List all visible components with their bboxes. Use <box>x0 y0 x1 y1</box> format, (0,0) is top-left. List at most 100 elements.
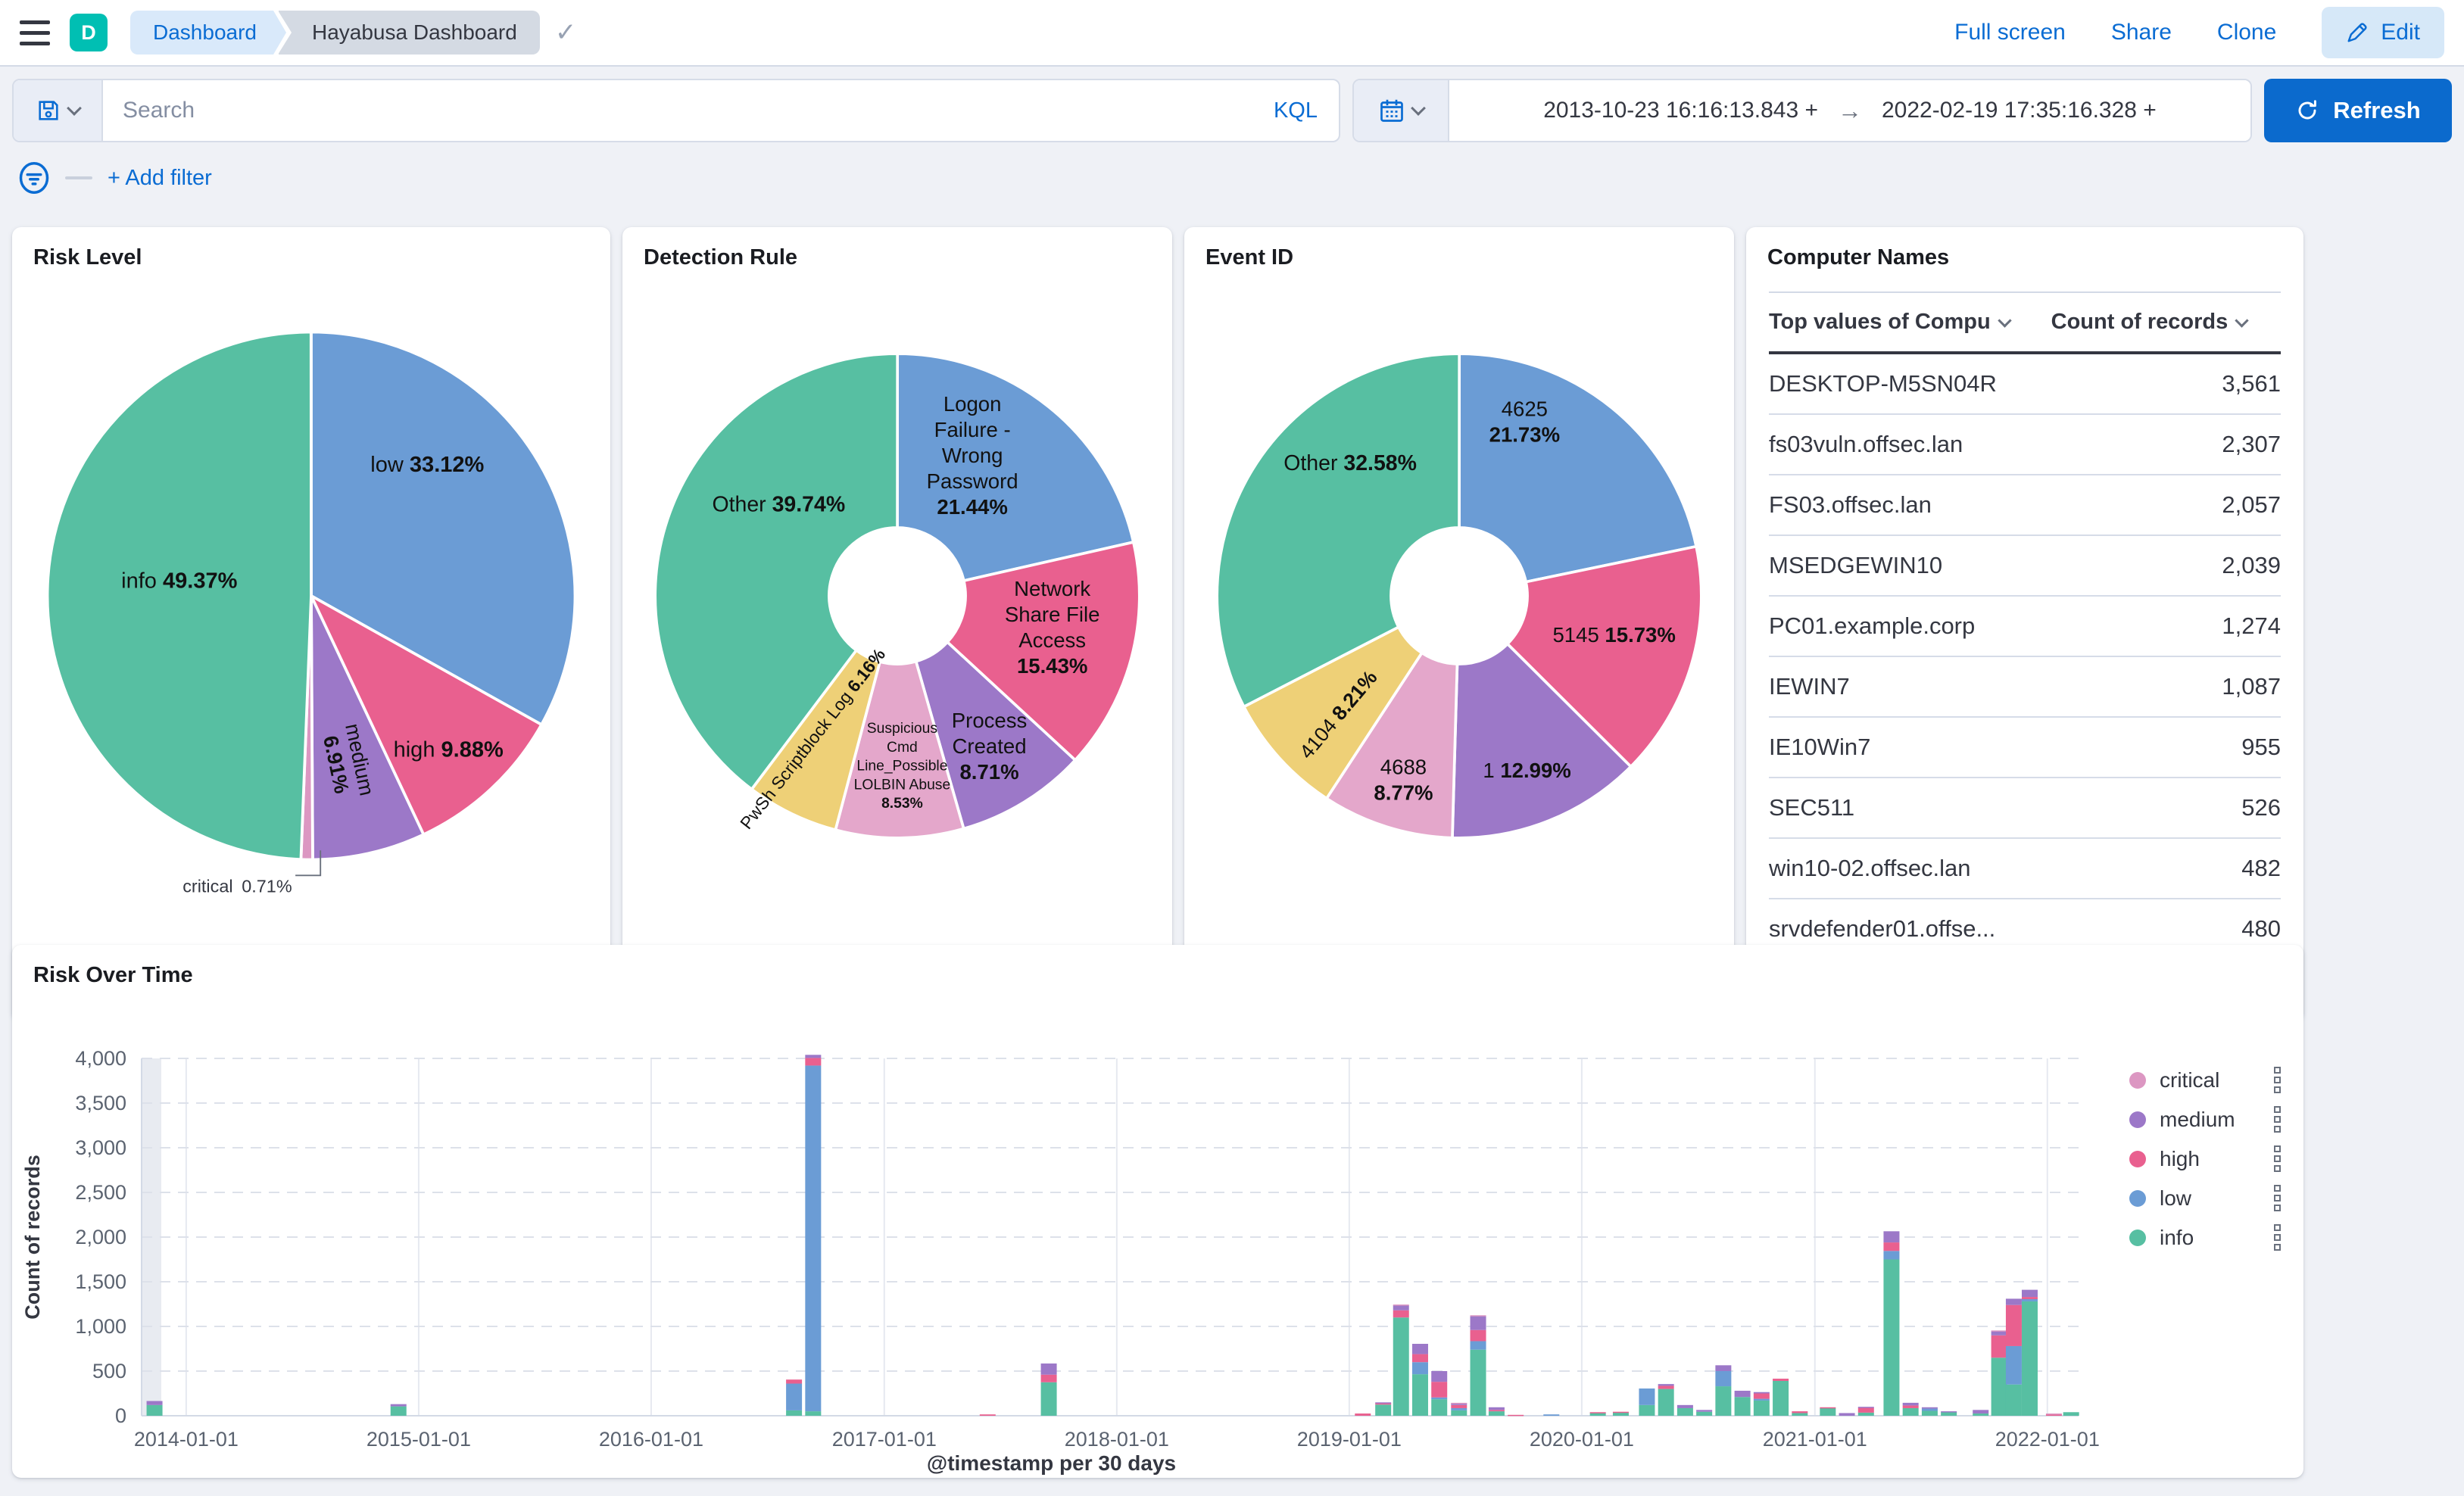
bar-segment-medium[interactable] <box>2005 1298 2022 1305</box>
bar-segment-info[interactable] <box>2021 1301 2038 1416</box>
bar-segment-info[interactable] <box>1470 1349 1486 1416</box>
add-filter-link[interactable]: + Add filter <box>108 166 212 191</box>
bar-segment-medium[interactable] <box>805 1055 822 1058</box>
bar-segment-medium[interactable] <box>146 1401 163 1405</box>
pie-slice-Logon Failure - Wrong Password[interactable] <box>896 352 1135 582</box>
date-start[interactable]: 2013-10-23 16:16:13.843 + <box>1543 98 1818 123</box>
bar-segment-info[interactable] <box>1658 1388 1674 1416</box>
kql-toggle[interactable]: KQL <box>1252 98 1339 123</box>
bar-segment-medium[interactable] <box>1715 1365 1732 1371</box>
calendar-button[interactable] <box>1354 80 1449 141</box>
table-row[interactable]: DESKTOP-M5SN04R 3,561 <box>1769 353 2281 415</box>
clone-link[interactable]: Clone <box>2217 20 2276 45</box>
date-range-field[interactable]: 2013-10-23 16:16:13.843 + → 2022-02-19 1… <box>1449 80 2250 141</box>
bar-segment-high[interactable] <box>1355 1413 1371 1416</box>
bar-segment-medium[interactable] <box>2021 1289 2038 1298</box>
bar-segment-info[interactable] <box>1393 1317 1409 1416</box>
bar-segment-medium[interactable] <box>1696 1410 1713 1412</box>
bar-segment-high[interactable] <box>1508 1414 1524 1417</box>
bar-segment-low[interactable] <box>1543 1414 1560 1416</box>
breadcrumb-dashboard[interactable]: Dashboard <box>130 11 286 55</box>
bar-segment-low[interactable] <box>1411 1362 1428 1375</box>
bar-segment-medium[interactable] <box>390 1404 407 1407</box>
column-header-computer[interactable]: Top values of Compu <box>1769 291 2051 354</box>
bar-segment-high[interactable] <box>1658 1385 1674 1389</box>
bar-segment-info[interactable] <box>786 1410 803 1416</box>
bar-segment-low[interactable] <box>1883 1251 1900 1260</box>
bar-segment-medium[interactable] <box>1676 1404 1693 1408</box>
legend-actions-icon[interactable] <box>2274 1185 2281 1211</box>
bar-segment-medium[interactable] <box>1921 1407 1938 1409</box>
table-row[interactable]: PC01.example.corp 1,274 <box>1769 596 2281 657</box>
edit-button[interactable]: Edit <box>2322 7 2444 58</box>
date-end[interactable]: 2022-02-19 17:35:16.328 + <box>1882 98 2157 123</box>
bar-segment-critical[interactable] <box>2045 1413 2062 1415</box>
bar-segment-info[interactable] <box>1451 1410 1467 1416</box>
bar-segment-high[interactable] <box>1488 1410 1505 1412</box>
bar-segment-info[interactable] <box>1411 1374 1428 1416</box>
table-row[interactable]: FS03.offsec.lan 2,057 <box>1769 475 2281 536</box>
full-screen-link[interactable]: Full screen <box>1954 20 2066 45</box>
bar-segment-medium[interactable] <box>1411 1344 1428 1354</box>
bar-segment-medium[interactable] <box>1753 1392 1770 1394</box>
bar-segment-high[interactable] <box>1857 1407 1874 1413</box>
bar-segment-info[interactable] <box>1991 1357 2007 1416</box>
bar-segment-medium[interactable] <box>1973 1410 1989 1414</box>
bar-segment-info[interactable] <box>1040 1382 1057 1416</box>
bar-segment-low[interactable] <box>1921 1408 1938 1411</box>
column-header-count[interactable]: Count of records <box>2051 291 2281 354</box>
bar-segment-medium[interactable] <box>1470 1316 1486 1330</box>
bar-segment-info[interactable] <box>2005 1384 2022 1416</box>
refresh-button[interactable]: Refresh <box>2264 79 2452 142</box>
bar-segment-info[interactable] <box>1820 1407 1836 1416</box>
legend-item-critical[interactable]: critical <box>2129 1067 2281 1093</box>
saved-query-button[interactable] <box>14 80 103 141</box>
menu-icon[interactable] <box>20 20 50 45</box>
bar-segment-medium[interactable] <box>1839 1413 1855 1416</box>
bar-segment-medium[interactable] <box>1375 1402 1392 1404</box>
table-row[interactable]: IEWIN7 1,087 <box>1769 656 2281 718</box>
legend-actions-icon[interactable] <box>2274 1224 2281 1251</box>
bar-segment-info[interactable] <box>1941 1412 1957 1416</box>
bar-segment-medium[interactable] <box>1902 1402 1919 1406</box>
bar-segment-info[interactable] <box>1902 1407 1919 1416</box>
filter-icon[interactable] <box>18 161 50 195</box>
bar-segment-low[interactable] <box>786 1383 803 1410</box>
bar-segment-high[interactable] <box>1902 1405 1919 1408</box>
bar-segment-info[interactable] <box>1734 1397 1751 1416</box>
table-row[interactable]: MSEDGEWIN10 2,039 <box>1769 535 2281 597</box>
bar-segment-high[interactable] <box>1792 1411 1808 1413</box>
bar-segment-info[interactable] <box>1431 1399 1448 1416</box>
bar-segment-low[interactable] <box>1431 1397 1448 1400</box>
table-row[interactable]: fs03vuln.offsec.lan 2,307 <box>1769 414 2281 475</box>
bar-segment-high[interactable] <box>805 1058 822 1066</box>
bar-segment-medium[interactable] <box>1734 1390 1751 1398</box>
bar-segment-medium[interactable] <box>1658 1384 1674 1386</box>
table-row[interactable]: SEC511 526 <box>1769 778 2281 839</box>
bar-segment-critical[interactable] <box>1991 1330 2007 1332</box>
bar-segment-info[interactable] <box>1921 1410 1938 1416</box>
bar-segment-low[interactable] <box>805 1065 822 1412</box>
space-avatar[interactable]: D <box>70 14 108 51</box>
bar-segment-critical[interactable] <box>1451 1402 1467 1404</box>
bar-segment-high[interactable] <box>786 1379 803 1384</box>
bar-segment-info[interactable] <box>1715 1386 1732 1416</box>
bar-segment-medium[interactable] <box>1040 1363 1057 1375</box>
bar-segment-high[interactable] <box>1820 1407 1836 1409</box>
bar-segment-high[interactable] <box>1431 1382 1448 1398</box>
bar-segment-high[interactable] <box>1991 1335 2007 1358</box>
bar-segment-info[interactable] <box>1612 1412 1629 1416</box>
bar-segment-info[interactable] <box>1639 1404 1655 1416</box>
legend-item-low[interactable]: low <box>2129 1185 2281 1211</box>
bar-segment-high[interactable] <box>2005 1304 2022 1346</box>
bar-segment-high[interactable] <box>1470 1329 1486 1342</box>
bar-segment-low[interactable] <box>2021 1299 2038 1301</box>
bar-segment-medium[interactable] <box>1431 1371 1448 1382</box>
bar-segment-info[interactable] <box>1375 1404 1392 1416</box>
bar-segment-high[interactable] <box>979 1414 996 1416</box>
bar-segment-medium[interactable] <box>1991 1331 2007 1335</box>
bar-segment-high[interactable] <box>1883 1242 1900 1251</box>
bar-segment-medium[interactable] <box>1488 1407 1505 1410</box>
bar-segment-info[interactable] <box>1488 1411 1505 1416</box>
table-row[interactable]: win10-02.offsec.lan 482 <box>1769 838 2281 899</box>
